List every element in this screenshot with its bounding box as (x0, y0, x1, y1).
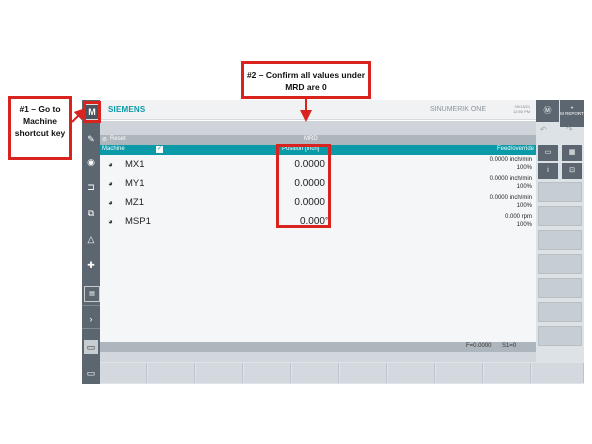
callout-arrows (71, 99, 312, 123)
arrow-to-machine-key (71, 107, 87, 123)
